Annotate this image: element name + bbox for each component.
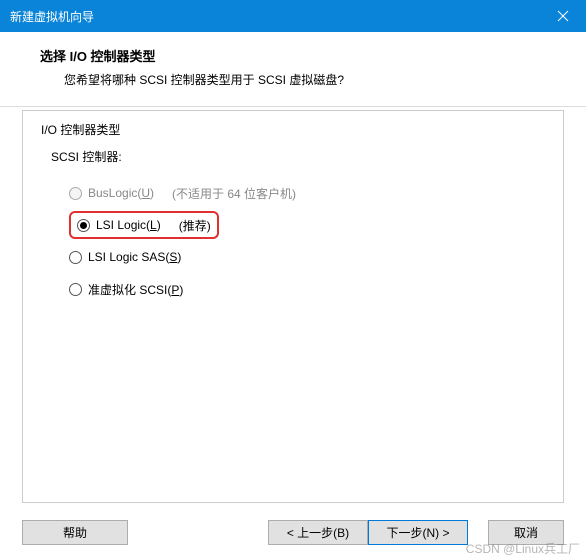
radio-label: LSI Logic(L)	[96, 218, 161, 232]
scsi-controller-label: SCSI 控制器:	[51, 148, 545, 165]
close-icon	[557, 10, 569, 22]
button-bar: 帮助 < 上一步(B) 下一步(N) > 取消	[22, 520, 564, 545]
back-button[interactable]: < 上一步(B)	[268, 520, 368, 545]
page-description: 您希望将哪种 SCSI 控制器类型用于 SCSI 虚拟磁盘?	[64, 71, 562, 88]
radio-icon	[69, 251, 82, 264]
highlight-box: LSI Logic(L) (推荐)	[69, 211, 219, 239]
titlebar: 新建虚拟机向导	[0, 0, 586, 32]
radio-lsi-logic[interactable]: LSI Logic(L) (推荐)	[69, 209, 545, 241]
help-button[interactable]: 帮助	[22, 520, 128, 545]
radio-icon	[77, 219, 90, 232]
radio-icon	[69, 187, 82, 200]
radio-label: BusLogic(U)	[88, 186, 154, 200]
window-title: 新建虚拟机向导	[10, 8, 540, 25]
radio-icon	[69, 283, 82, 296]
radio-paravirtual-scsi[interactable]: 准虚拟化 SCSI(P)	[69, 273, 545, 305]
next-button[interactable]: 下一步(N) >	[368, 520, 468, 545]
close-button[interactable]	[540, 0, 586, 32]
cancel-button[interactable]: 取消	[488, 520, 564, 545]
content-panel: I/O 控制器类型 SCSI 控制器: BusLogic(U) (不适用于 64…	[22, 110, 564, 503]
wizard-header: 选择 I/O 控制器类型 您希望将哪种 SCSI 控制器类型用于 SCSI 虚拟…	[0, 32, 586, 107]
radio-hint: (不适用于 64 位客户机)	[172, 185, 296, 202]
radio-label: LSI Logic SAS(S)	[88, 250, 181, 264]
radio-selected-dot	[80, 222, 87, 229]
radio-lsi-logic-sas[interactable]: LSI Logic SAS(S)	[69, 241, 545, 273]
group-label: I/O 控制器类型	[41, 121, 545, 138]
radio-buslogic: BusLogic(U) (不适用于 64 位客户机)	[69, 177, 545, 209]
radio-label: 准虚拟化 SCSI(P)	[88, 281, 183, 298]
page-title: 选择 I/O 控制器类型	[40, 46, 562, 65]
radio-group: BusLogic(U) (不适用于 64 位客户机) LSI Logic(L) …	[69, 177, 545, 305]
radio-hint: (推荐)	[179, 217, 211, 234]
